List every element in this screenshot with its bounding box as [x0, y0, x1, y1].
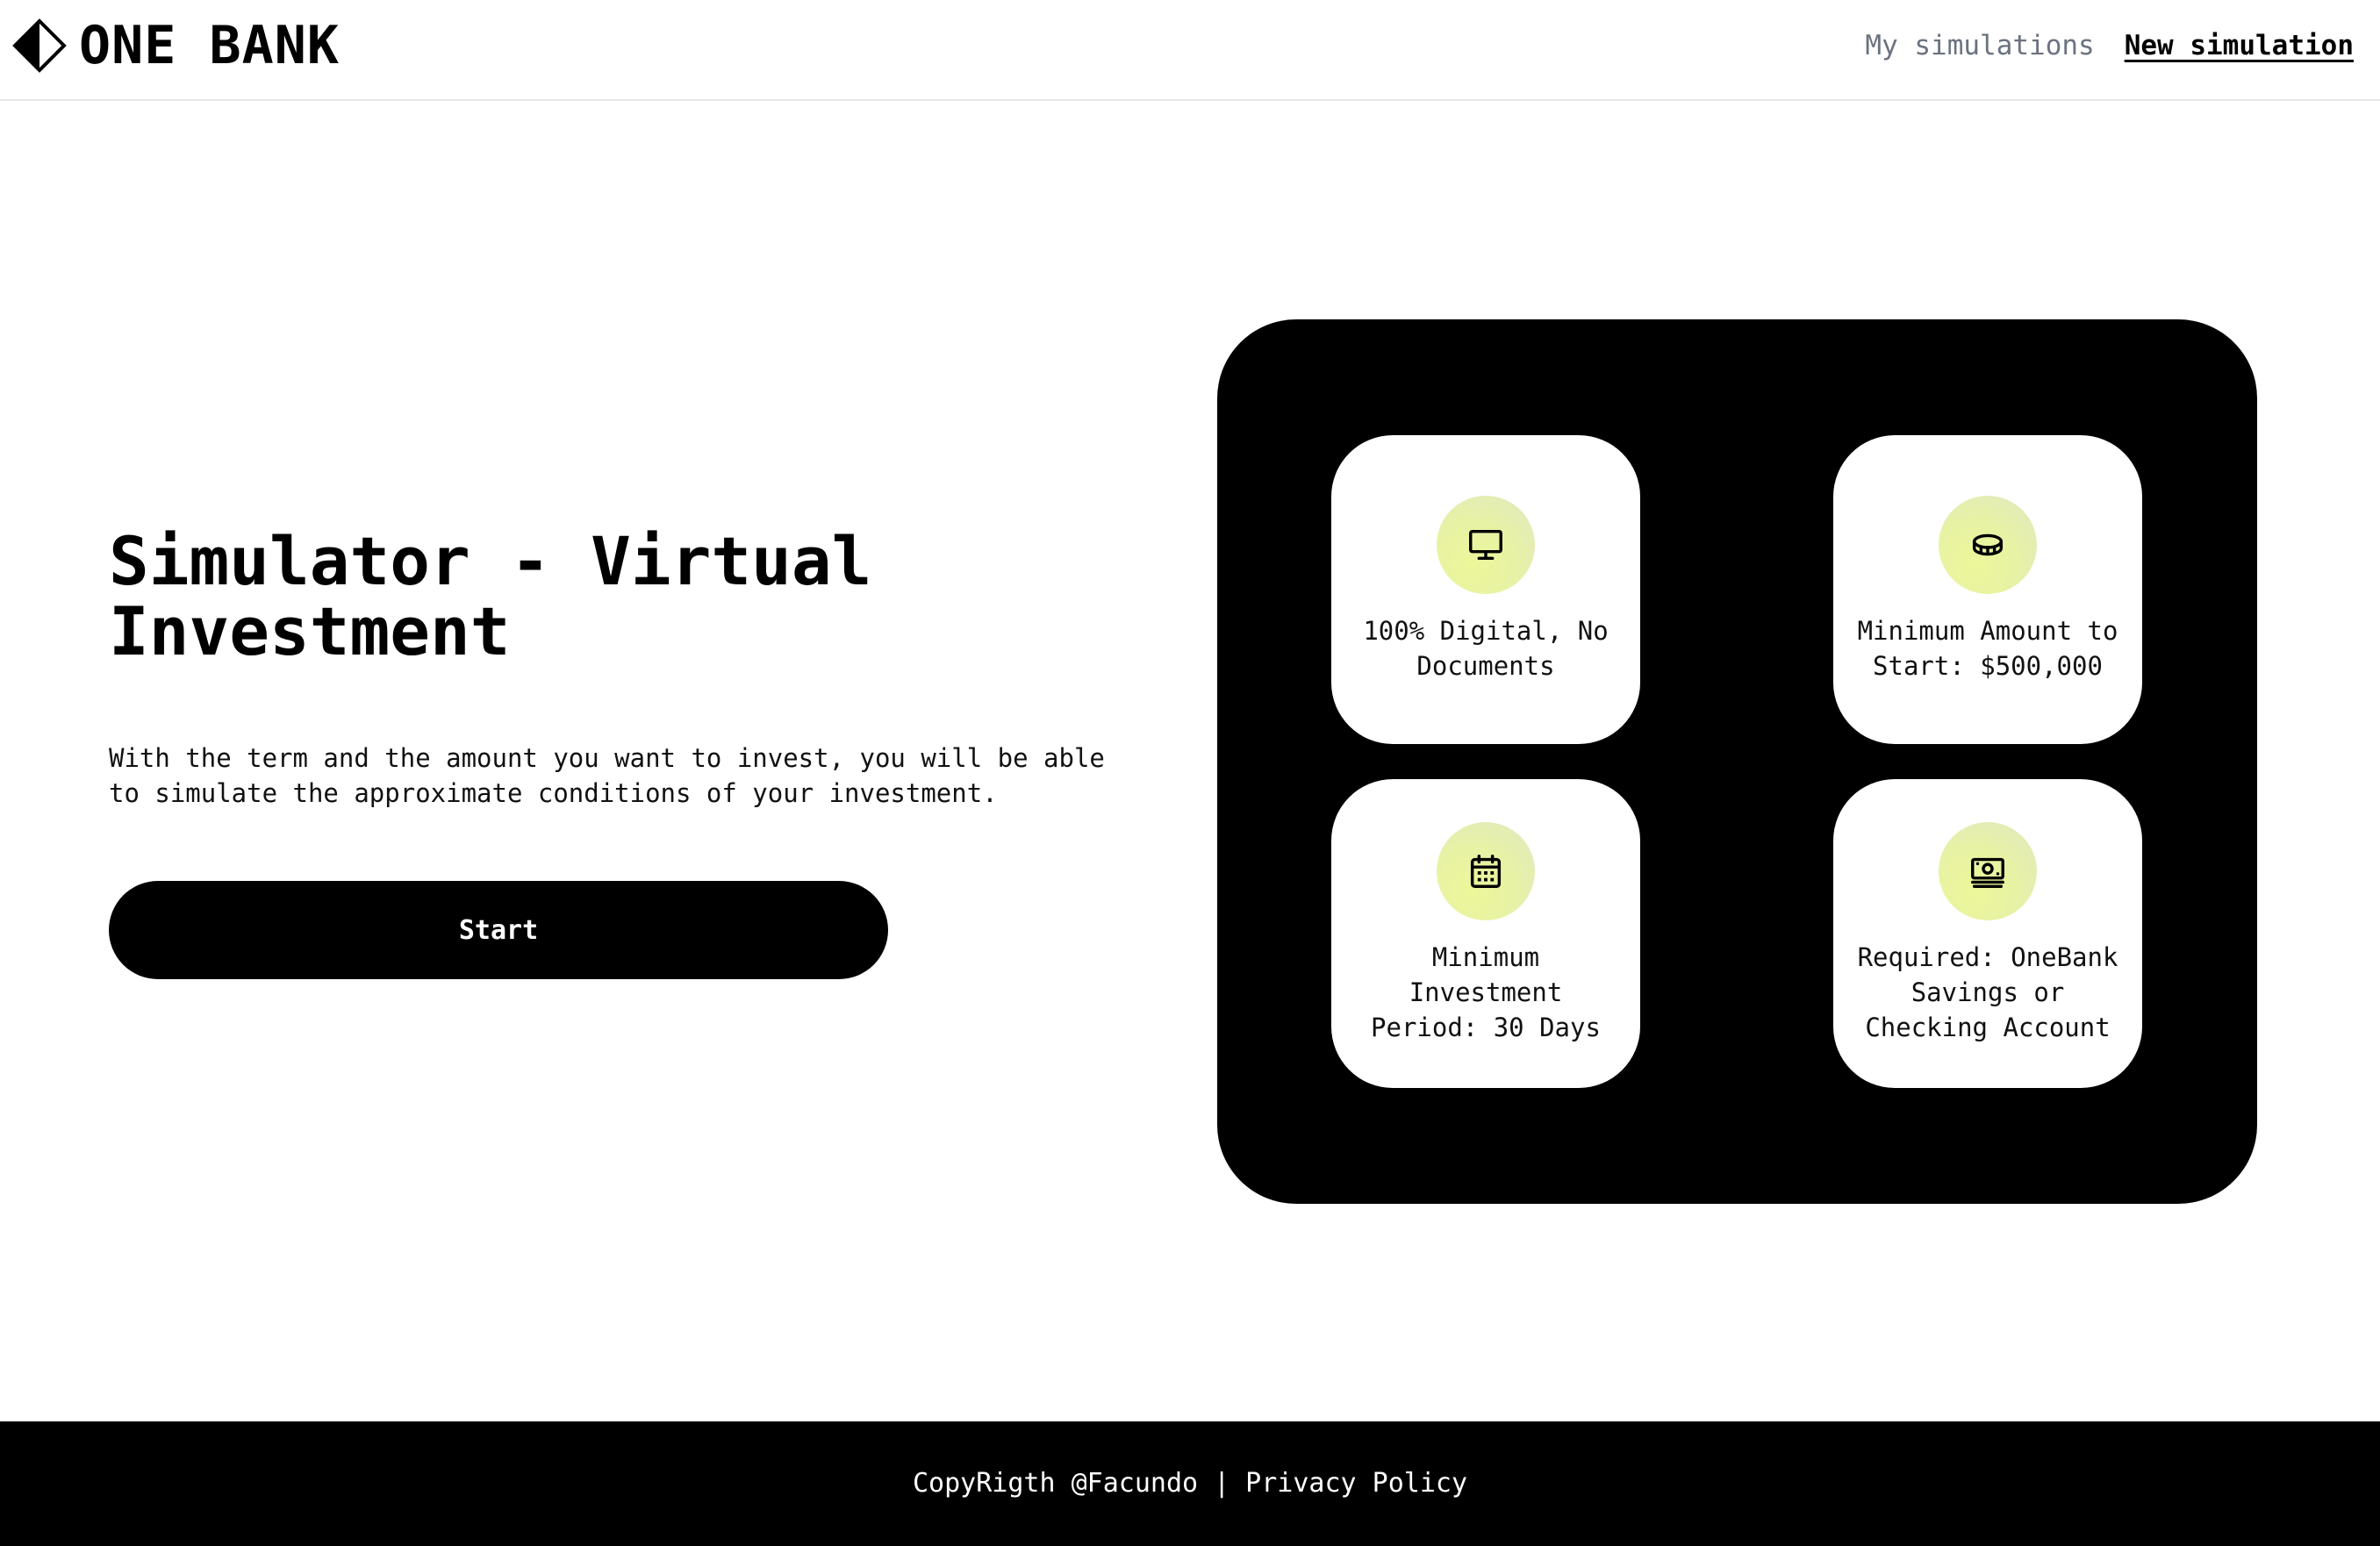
- features-panel: 100% Digital, No Documents Minimum Amoun…: [1217, 319, 2257, 1204]
- brand-logo[interactable]: ONE BANK: [12, 18, 340, 74]
- coin-icon: [1972, 533, 2004, 556]
- feature-icon-badge: [1437, 822, 1535, 920]
- brand-name: ONE BANK: [79, 15, 340, 76]
- site-footer: CopyRigth @Facundo | Privacy Policy: [0, 1421, 2380, 1546]
- feature-icon-badge: [1939, 822, 2037, 920]
- banknote-icon: [1971, 857, 2004, 888]
- feature-card-minimum-amount: Minimum Amount to Start: $500,000: [1833, 435, 2142, 744]
- nav-new-simulation[interactable]: New simulation: [2125, 28, 2354, 63]
- main-nav: My simulations New simulation: [1865, 28, 2354, 63]
- monitor-icon: [1469, 529, 1502, 561]
- page-description: With the term and the amount you want to…: [109, 743, 1105, 808]
- feature-icon-badge: [1939, 496, 2037, 594]
- diamond-logo-icon: [12, 18, 67, 73]
- start-button[interactable]: Start: [109, 881, 888, 979]
- feature-card-digital: 100% Digital, No Documents: [1331, 435, 1640, 744]
- feature-text: Minimum Investment Period: 30 Days: [1371, 942, 1601, 1042]
- feature-card-required-account: Required: OneBank Savings or Checking Ac…: [1833, 779, 2142, 1088]
- feature-card-investment-period: Minimum Investment Period: 30 Days: [1331, 779, 1640, 1088]
- page-title: Simulator - Virtual Investment: [109, 522, 872, 670]
- feature-icon-badge: [1437, 496, 1535, 594]
- feature-text: Minimum Amount to Start: $500,000: [1857, 616, 2118, 681]
- copyright-text: CopyRigth @Facundo: [912, 1468, 1199, 1499]
- nav-my-simulations[interactable]: My simulations: [1865, 28, 2094, 63]
- privacy-policy-link[interactable]: Privacy Policy: [1245, 1468, 1467, 1499]
- footer-separator: |: [1214, 1468, 1230, 1499]
- site-header: ONE BANK My simulations New simulation: [0, 0, 2380, 101]
- calendar-icon: [1470, 855, 1502, 888]
- feature-text: Required: OneBank Savings or Checking Ac…: [1857, 942, 2118, 1042]
- feature-text: 100% Digital, No Documents: [1363, 616, 1609, 681]
- footer-text: CopyRigth @Facundo | Privacy Policy: [913, 1466, 1467, 1501]
